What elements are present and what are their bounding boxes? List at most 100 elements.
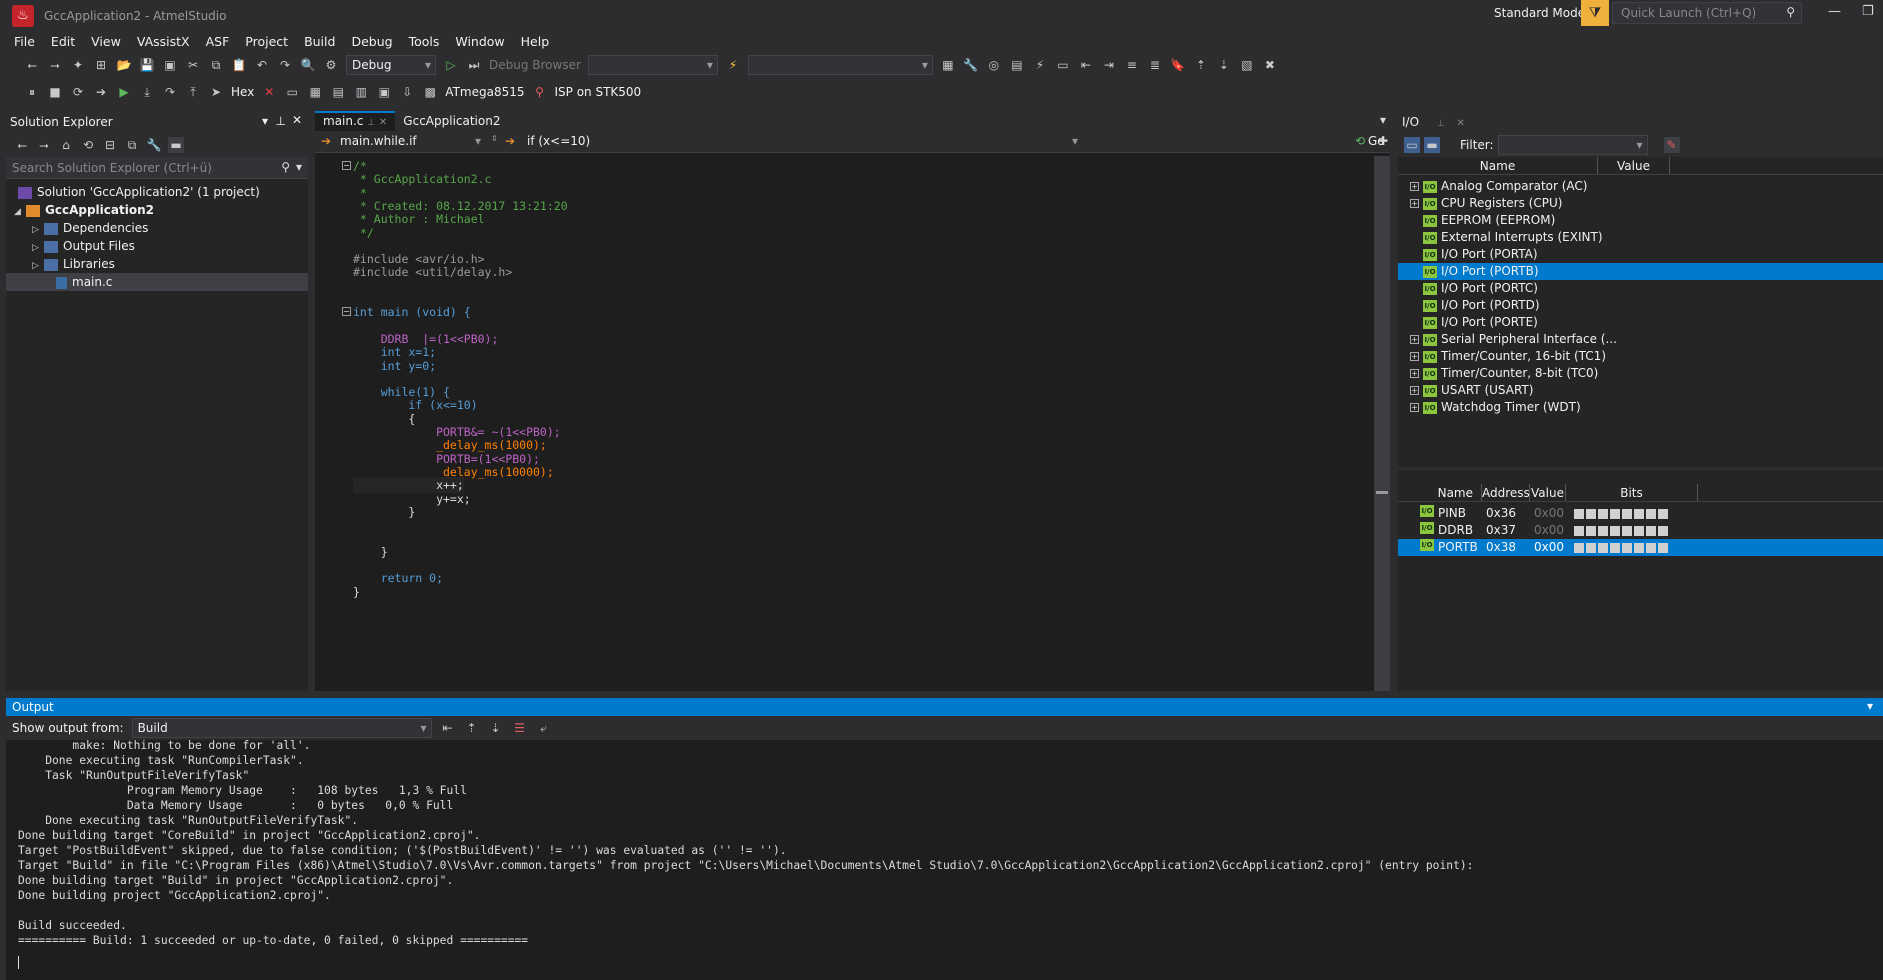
menu-view[interactable]: View: [83, 34, 129, 49]
register-bits[interactable]: [1574, 522, 1670, 539]
debug-browser-select[interactable]: [587, 55, 718, 75]
view-mode-icon-2[interactable]: ▬: [1424, 137, 1440, 153]
undo-icon[interactable]: ↶: [254, 57, 270, 73]
bookmark-prev-icon[interactable]: ⇡: [1193, 57, 1209, 73]
member-select[interactable]: if (x<=10): [522, 132, 1082, 152]
peripheral-row[interactable]: + I/O Timer/Counter, 16-bit (TC1): [1398, 348, 1883, 365]
peripheral-row[interactable]: + I/O USART (USART): [1398, 382, 1883, 399]
register-bits[interactable]: [1574, 539, 1670, 556]
bit-checkbox[interactable]: [1622, 525, 1632, 536]
windows-icon[interactable]: ▭: [284, 84, 300, 100]
hex-toggle[interactable]: Hex: [231, 85, 254, 99]
bit-checkbox[interactable]: [1610, 525, 1620, 536]
uncomment-icon[interactable]: ≣: [1147, 57, 1163, 73]
col-address[interactable]: Address: [1482, 484, 1530, 501]
back-icon[interactable]: ⭠: [14, 137, 30, 153]
tool-plug-icon[interactable]: ⚲: [532, 84, 548, 100]
tab-gccapplication2[interactable]: GccApplication2: [395, 111, 508, 131]
fold-toggle-icon[interactable]: −: [342, 307, 351, 317]
output-source-select[interactable]: Build: [131, 718, 432, 738]
breakpoint-icon[interactable]: ✕: [261, 84, 277, 100]
forward-icon[interactable]: ⭢: [47, 57, 63, 73]
expand-icon[interactable]: +: [1410, 386, 1419, 395]
col-name[interactable]: Name: [1398, 157, 1598, 174]
bit-checkbox[interactable]: [1598, 542, 1608, 553]
back-icon[interactable]: ⭠: [24, 57, 40, 73]
close-icon[interactable]: ✕: [292, 113, 302, 127]
comment-icon[interactable]: ≡: [1124, 57, 1140, 73]
restore-button[interactable]: ❐: [1862, 4, 1874, 19]
output-text[interactable]: make: Nothing to be done for 'all'. Done…: [18, 738, 1473, 948]
bookmark-next-icon[interactable]: ⇣: [1216, 57, 1232, 73]
register-row[interactable]: I/O PINB 0x36 0x00: [1398, 505, 1883, 522]
start-without-debug-icon[interactable]: ⏭: [466, 57, 482, 73]
tree-item-dependencies[interactable]: ▷ Dependencies: [6, 219, 308, 237]
peripheral-row[interactable]: I/O I/O Port (PORTC): [1398, 280, 1883, 297]
copy-icon[interactable]: ⧉: [208, 57, 224, 73]
code-line[interactable]: #include <util/delay.h>: [353, 264, 512, 280]
build-icon[interactable]: ⚙: [323, 57, 339, 73]
memory-icon[interactable]: ▦: [307, 84, 323, 100]
menu-asf[interactable]: ASF: [198, 34, 238, 49]
spin-icon[interactable]: ⇕: [491, 134, 498, 143]
collapse-all-icon[interactable]: ⊟: [102, 137, 118, 153]
disassembly-icon[interactable]: ▥: [353, 84, 369, 100]
bit-checkbox[interactable]: [1658, 542, 1668, 553]
configuration-select[interactable]: Debug: [346, 55, 436, 75]
bit-checkbox[interactable]: [1634, 542, 1644, 553]
start-debug-icon[interactable]: ▷: [443, 57, 459, 73]
peripheral-row[interactable]: I/O I/O Port (PORTD): [1398, 297, 1883, 314]
code-line[interactable]: }: [353, 544, 388, 560]
expand-icon[interactable]: +: [1410, 335, 1419, 344]
register-value[interactable]: 0x00: [1534, 505, 1570, 522]
tool-select[interactable]: ISP on STK500: [555, 85, 642, 99]
bit-checkbox[interactable]: [1586, 542, 1596, 553]
wrench-icon[interactable]: 🔧: [963, 57, 979, 73]
bit-checkbox[interactable]: [1658, 525, 1668, 536]
expand-icon[interactable]: +: [1410, 403, 1419, 412]
peripheral-row[interactable]: I/O I/O Port (PORTB): [1398, 263, 1883, 280]
expand-icon[interactable]: +: [1410, 182, 1419, 191]
menu-file[interactable]: File: [6, 34, 43, 49]
scroll-thumb[interactable]: [1376, 491, 1388, 494]
sync-icon[interactable]: ⟲: [80, 137, 96, 153]
tool-icon-3[interactable]: ▤: [1009, 57, 1025, 73]
peripheral-row[interactable]: I/O EEPROM (EEPROM): [1398, 212, 1883, 229]
filter-input[interactable]: [1497, 135, 1648, 155]
bit-checkbox[interactable]: [1574, 508, 1584, 519]
run-to-cursor-icon[interactable]: ➤: [208, 84, 224, 100]
continue-icon[interactable]: ▶: [116, 84, 132, 100]
code-line[interactable]: int y=0;: [353, 358, 436, 374]
register-row[interactable]: I/O DDRB 0x37 0x00: [1398, 522, 1883, 539]
cut-icon[interactable]: ✂: [185, 57, 201, 73]
bit-checkbox[interactable]: [1622, 508, 1632, 519]
open-icon[interactable]: 📂: [116, 57, 132, 73]
step-into-icon[interactable]: ⤓: [139, 84, 155, 100]
pin-icon[interactable]: ⊥: [367, 118, 375, 128]
find-icon[interactable]: 🔍: [300, 57, 316, 73]
editor-scrollbar[interactable]: [1374, 156, 1390, 691]
chevron-down-icon[interactable]: ▾: [1867, 699, 1873, 713]
word-wrap-icon[interactable]: ⤶: [536, 720, 552, 736]
tab-main-c[interactable]: main.c ⊥ ✕: [315, 111, 396, 131]
chevron-down-icon[interactable]: ▾: [296, 160, 302, 174]
close-icon[interactable]: ✕: [379, 117, 387, 128]
bit-checkbox[interactable]: [1646, 542, 1656, 553]
menu-edit[interactable]: Edit: [43, 34, 83, 49]
menu-vassistx[interactable]: VAssistX: [129, 34, 198, 49]
device-select[interactable]: ATmega8515: [445, 85, 524, 99]
menu-window[interactable]: Window: [447, 34, 512, 49]
bit-checkbox[interactable]: [1586, 508, 1596, 519]
minimize-button[interactable]: —: [1828, 4, 1841, 19]
bookmark-icon[interactable]: 🔖: [1170, 57, 1186, 73]
io-view-icon[interactable]: ▣: [376, 84, 392, 100]
paste-icon[interactable]: 📋: [231, 57, 247, 73]
view-mode-icon-1[interactable]: ▭: [1404, 137, 1420, 153]
col-bits[interactable]: Bits: [1566, 484, 1698, 501]
splitter[interactable]: [1398, 467, 1883, 470]
code-line[interactable]: }: [353, 584, 360, 600]
bit-checkbox[interactable]: [1634, 508, 1644, 519]
menu-tools[interactable]: Tools: [401, 34, 448, 49]
edit-icon[interactable]: ✎: [1663, 137, 1680, 153]
peripheral-row[interactable]: + I/O Watchdog Timer (WDT): [1398, 399, 1883, 416]
